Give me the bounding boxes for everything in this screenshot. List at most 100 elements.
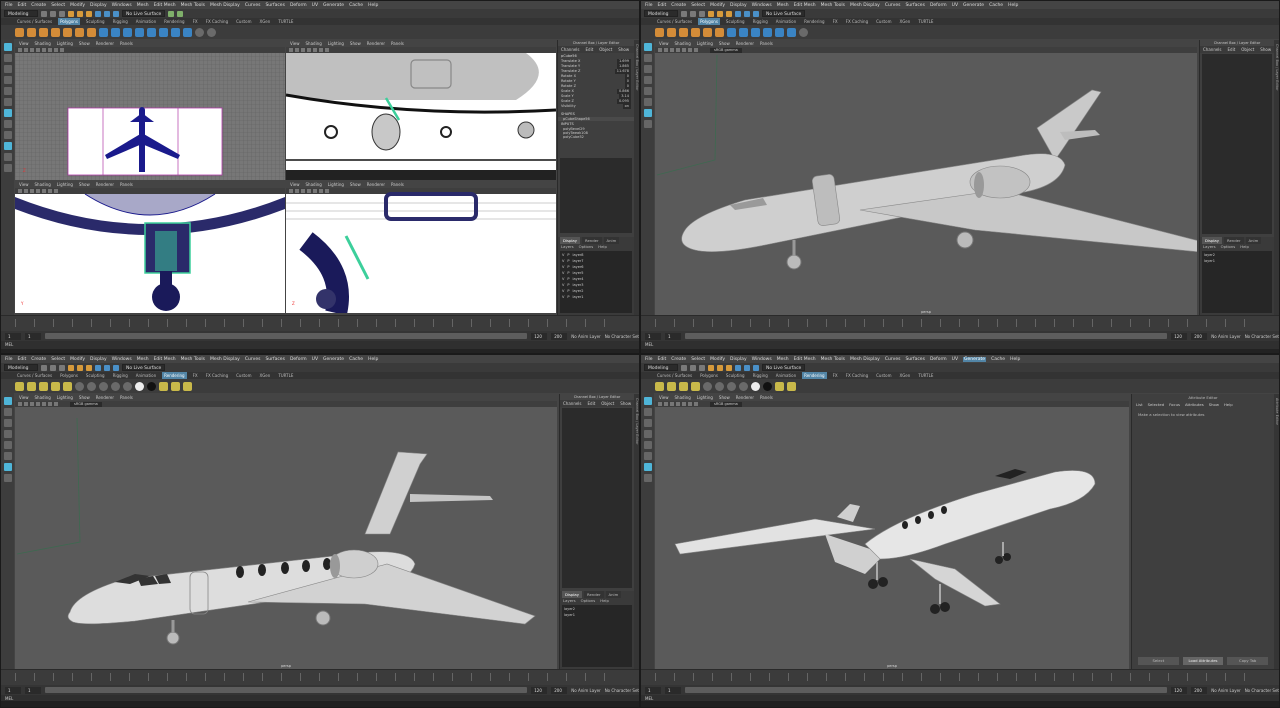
select-object-icon[interactable] [717,364,723,371]
save-scene-icon[interactable] [59,10,65,17]
snap-curve-icon[interactable] [744,10,750,17]
save-scene-icon[interactable] [699,10,705,17]
combine-icon[interactable] [727,27,736,37]
menu-mesh-tools[interactable]: Mesh Tools [821,357,845,362]
hypershade-icon[interactable] [183,381,192,391]
lasso-tool-icon[interactable] [643,408,652,416]
menu-mesh[interactable]: Mesh [137,3,149,8]
shelf-tab-fx[interactable]: FX [191,18,200,25]
menu-display[interactable]: Display [90,3,107,8]
poly-disc-icon[interactable] [87,27,96,37]
anim-layer-dropdown[interactable]: No Anim Layer [1211,688,1240,693]
new-scene-icon[interactable] [681,364,687,371]
viewport-side-closeup[interactable]: View Shading Lighting Show Renderer Pane… [286,181,556,313]
uv-layout-icon[interactable] [3,164,12,172]
cb-menu-object[interactable]: Object [1241,46,1254,53]
poly-cylinder-icon[interactable] [679,27,688,37]
shelf-tab-curves[interactable]: Curves / Surfaces [15,18,54,25]
single-perspective-layout-icon[interactable] [643,109,652,117]
shelf-tab-fx[interactable]: FX [831,372,840,379]
select-hierarchy-icon[interactable] [68,10,74,17]
ae-menu-selected[interactable]: Selected [1148,401,1164,408]
menu-mesh-tools[interactable]: Mesh Tools [821,3,845,8]
extrude-icon[interactable] [751,27,760,37]
time-slider[interactable] [641,315,1279,331]
uv-editor-icon[interactable] [195,27,204,37]
new-scene-icon[interactable] [681,10,687,17]
shelf-tab-curves[interactable]: Curves / Surfaces [655,18,694,25]
layer-tab-render[interactable]: Render [1224,237,1244,244]
poly-cone-icon[interactable] [691,27,700,37]
cb-menu-channels[interactable]: Channels [1203,46,1222,53]
shelf-tab-animation[interactable]: Animation [774,372,798,379]
open-scene-icon[interactable] [50,10,56,17]
cb-menu-show[interactable]: Show [1260,46,1271,53]
move-tool-icon[interactable] [3,430,12,438]
open-scene-icon[interactable] [690,10,696,17]
menu-set-dropdown[interactable]: Modeling [644,364,678,371]
menu-file[interactable]: File [645,3,653,8]
range-playback-start-field[interactable]: 1 [665,332,681,340]
new-scene-icon[interactable] [41,364,47,371]
material-layered-icon[interactable] [123,381,132,391]
menu-edit-mesh[interactable]: Edit Mesh [154,3,176,8]
snap-curve-icon[interactable] [104,364,110,371]
menu-surfaces[interactable]: Surfaces [265,357,285,362]
shelf-tab-sculpting[interactable]: Sculpting [724,18,747,25]
menu-windows[interactable]: Windows [752,3,772,8]
shelf-tab-rigging[interactable]: Rigging [751,372,770,379]
shelf-tab-custom[interactable]: Custom [234,18,253,25]
side-tab-channel-box[interactable]: Channel Box / Layer Editor [635,44,639,91]
shelf-tab-rigging[interactable]: Rigging [111,18,130,25]
menu-surfaces[interactable]: Surfaces [905,3,925,8]
menu-cache[interactable]: Cache [349,3,363,8]
shelf-tab-turtle[interactable]: TURTLE [916,372,935,379]
shelf-tab-rendering[interactable]: Rendering [802,372,827,379]
shelf-tab-rendering[interactable]: Rendering [802,18,826,25]
side-tab-channel-box[interactable]: Channel Box / Layer Editor [635,398,639,445]
anim-layer-dropdown[interactable]: No Anim Layer [1211,334,1240,339]
command-line[interactable]: MEL [641,341,1279,349]
select-component-icon[interactable] [726,364,732,371]
single-perspective-layout-icon[interactable] [3,463,12,471]
menu-surfaces[interactable]: Surfaces [905,357,925,362]
four-view-layout-icon[interactable] [3,474,12,482]
shelf-tab-fx-caching[interactable]: FX Caching [204,372,230,379]
ae-menu-show[interactable]: Show [1209,401,1219,408]
menu-generate[interactable]: Generate [963,356,987,362]
single-perspective-layout-icon[interactable] [643,463,652,471]
light-directional-icon[interactable] [679,381,688,391]
scale-tool-icon[interactable] [3,98,12,106]
poly-cylinder-icon[interactable] [39,27,48,37]
menu-select[interactable]: Select [691,357,705,362]
viewport-persp[interactable]: View Shading Lighting Show Renderer Pane… [655,40,1197,317]
rotate-tool-icon[interactable] [643,87,652,95]
menu-generate[interactable]: Generate [963,3,984,8]
shelf-tab-polygons[interactable]: Polygons [698,18,720,25]
scale-tool-icon[interactable] [643,452,652,460]
shelf-tab-custom[interactable]: Custom [874,18,893,25]
layer-menu-options[interactable]: Options [581,598,596,604]
menu-create[interactable]: Create [31,357,46,362]
multi-cut-icon[interactable] [171,27,180,37]
anim-layer-dropdown[interactable]: No Anim Layer [571,688,600,693]
separate-icon[interactable] [111,27,120,37]
menu-display[interactable]: Display [730,3,747,8]
shelf-tab-custom[interactable]: Custom [234,372,253,379]
menu-uv[interactable]: UV [952,357,958,362]
layer-tab-anim[interactable]: Anim [1245,237,1262,244]
menu-windows[interactable]: Windows [112,357,132,362]
light-spot-icon[interactable] [63,381,72,391]
range-end-field[interactable]: 200 [551,686,568,694]
shelf-tab-fx[interactable]: FX [831,18,840,25]
shelf-tab-xgen[interactable]: XGen [257,18,272,25]
select-tool-icon[interactable] [643,43,652,51]
shelf-tab-animation[interactable]: Animation [774,18,798,25]
character-set-dropdown[interactable]: No Character Set [1245,688,1279,693]
light-directional-icon[interactable] [39,381,48,391]
ae-select-button[interactable]: Select [1138,657,1179,665]
menu-generate[interactable]: Generate [323,357,344,362]
menu-help[interactable]: Help [368,357,378,362]
save-scene-icon[interactable] [699,364,705,371]
planar-map-icon[interactable] [207,27,216,37]
